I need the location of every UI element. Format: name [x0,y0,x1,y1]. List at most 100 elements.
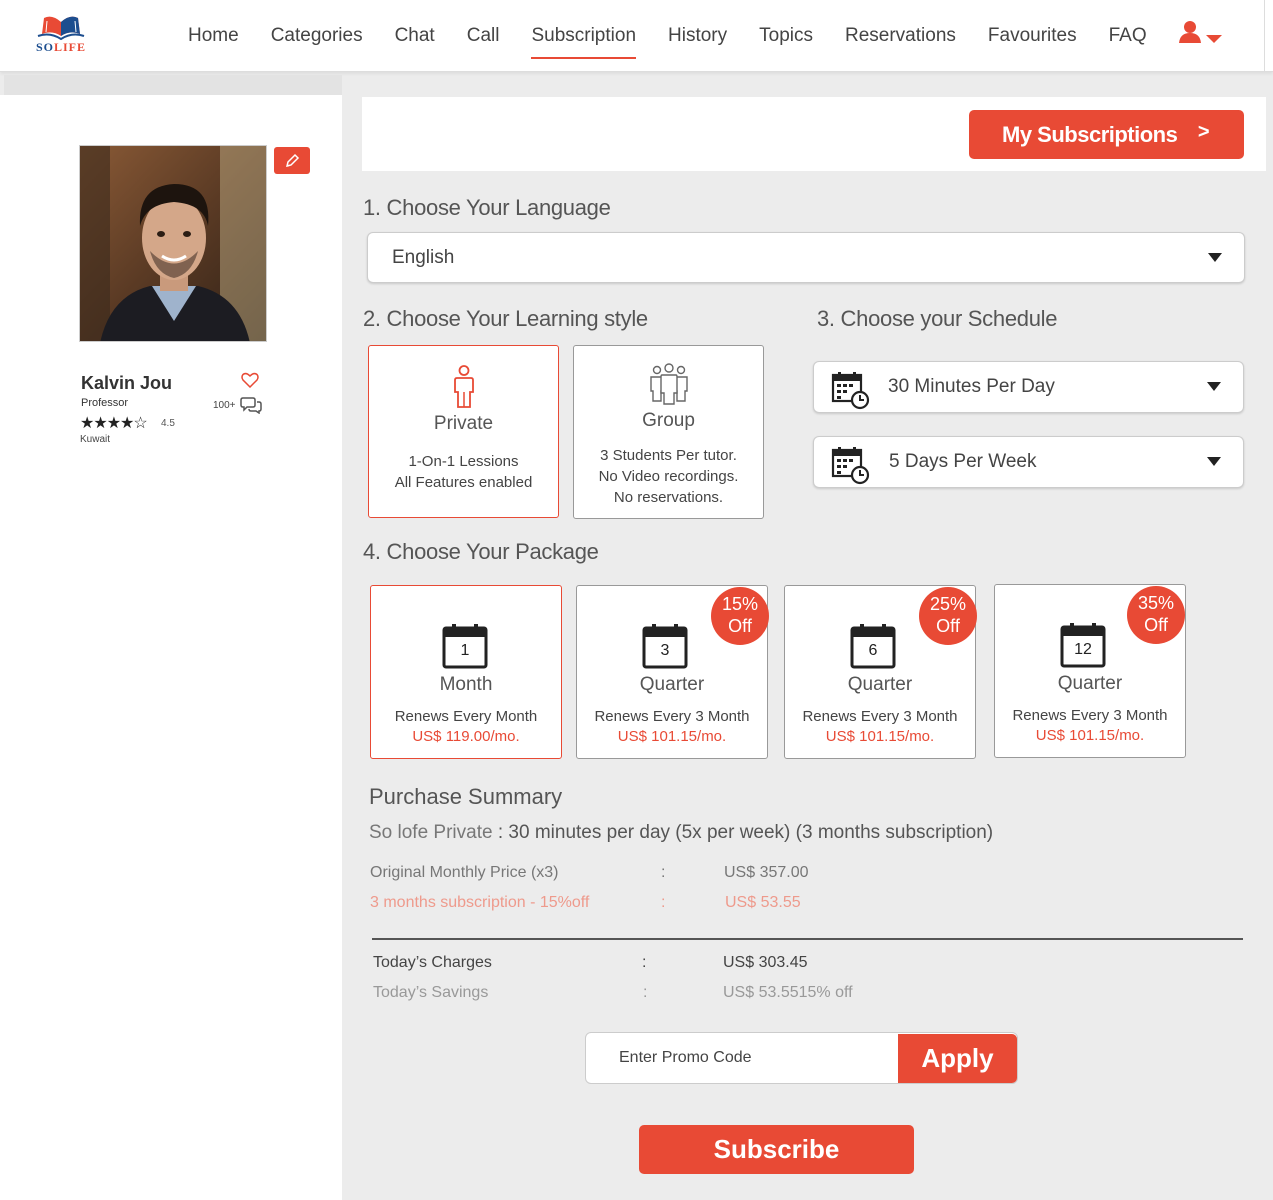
chevron-right-icon: > [1197,121,1210,143]
solife-logo[interactable]: SOLIFE [30,10,92,56]
package-3-month[interactable]: 3 Quarter Renews Every 3 Month US$ 101.1… [576,585,769,759]
reviews-count: 100+ [213,400,236,411]
discount-badge: 15% Off [711,587,769,645]
badge-percent: 15% [721,594,759,614]
package-4-price: US$ 101.15/mo. [1035,727,1145,744]
promo-code-input[interactable] [586,1033,898,1083]
calendar-icon: 6 [850,623,896,669]
package-3-price: US$ 101.15/mo. [825,728,935,745]
chevron-down-icon [1207,382,1221,391]
logo-text: SOLIFE [35,40,87,54]
original-price-value: US$ 357.00 [724,864,809,881]
charges-label: Today’s Charges [373,954,492,971]
profile-photo [79,145,267,342]
purchase-summary-title: Purchase Summary [369,784,563,809]
nav-categories[interactable]: Categories [255,25,379,47]
package-6-month[interactable]: 6 Quarter Renews Every 3 Month US$ 101.1… [784,585,977,759]
learning-style-group[interactable]: Group 3 Students Per tutor. No Video rec… [573,345,764,519]
package-12-month[interactable]: 12 Quarter Renews Every 3 Month US$ 101.… [994,584,1186,758]
package-2-renew: Renews Every 3 Month [594,708,750,725]
savings-value: US$ 53.5515% off [723,984,853,1001]
package-1-price: US$ 119.00/mo. [412,728,520,745]
group-desc-line1: 3 Students Per tutor. [600,447,737,464]
person-icon [454,365,474,408]
group-desc-line3: No reservations. [613,489,724,506]
user-menu[interactable] [1178,20,1226,46]
private-desc-line2: All Features enabled [394,474,533,491]
nav-subscription[interactable]: Subscription [515,25,652,59]
rating-stars: ★★★★☆ [80,415,148,432]
package-4-number: 12 [1074,641,1092,658]
package-1-month[interactable]: 1 Month Renews Every Month US$ 119.00/mo… [370,585,562,759]
avatar [80,146,266,341]
duration-select[interactable]: 30 Minutes Per Day [813,361,1244,413]
my-subscriptions-label: My Subscriptions [1002,121,1178,147]
nav-reservations[interactable]: Reservations [829,25,972,47]
discount-badge: 35% Off [1127,586,1185,644]
plan-summary: So lofe Private : 30 minutes per day (5x… [369,822,993,844]
promo-code-group: Apply [585,1032,1018,1084]
discount-label: 3 months subscription - 15%off [370,894,590,911]
badge-off: Off [1144,615,1168,635]
book-logo-icon [37,16,85,41]
nav-favourites[interactable]: Favourites [972,25,1093,47]
group-people-icon [650,363,688,405]
profile-location: Kuwait [80,434,111,445]
favourite-heart-icon[interactable] [241,372,259,393]
nav-topics[interactable]: Topics [743,25,829,47]
rating-value: 4.5 [161,418,175,429]
package-4-renew: Renews Every 3 Month [1012,707,1168,724]
nav-history[interactable]: History [652,25,743,47]
language-select[interactable]: English [367,232,1245,283]
language-value: English [392,246,455,268]
charges-value: US$ 303.45 [723,954,808,971]
package-4-label: Quarter [1057,673,1123,694]
frequency-value: 5 Days Per Week [889,451,1037,472]
subscribe-button[interactable]: Subscribe [639,1125,914,1174]
package-3-number: 6 [868,642,878,659]
apply-button[interactable]: Apply [898,1034,1017,1083]
package-section-title: 4. Choose Your Package [363,539,599,564]
badge-off: Off [728,616,752,636]
plan-detail: : 30 minutes per day (5x per week) (3 mo… [492,822,994,843]
badge-off: Off [936,616,960,636]
badge-percent: 35% [1137,593,1175,613]
badge-percent: 25% [929,594,967,614]
savings-colon: : [643,984,648,1001]
chat-bubbles-icon[interactable] [240,396,262,419]
calendar-icon: 1 [442,623,488,669]
calendar-clock-icon [831,372,870,410]
package-2-label: Quarter [639,674,705,695]
nav-faq[interactable]: FAQ [1093,25,1163,47]
frequency-select[interactable]: 5 Days Per Week [813,436,1244,488]
learning-style-title: 2. Choose Your Learning style [363,306,648,331]
user-icon [1179,21,1222,43]
pencil-icon [285,153,300,167]
private-desc-line1: 1-On-1 Lessions [408,453,519,470]
discount-badge: 25% Off [919,587,977,645]
top-bar: SOLIFE Home Categories Chat Call Subscri… [0,0,1273,72]
schedule-section-title: 3. Choose your Schedule [817,306,1058,331]
original-price-colon: : [661,864,666,881]
calendar-icon: 3 [642,623,688,669]
package-3-label: Quarter [847,674,913,695]
profile-name: Kalvin Jou [81,373,173,393]
nav-chat[interactable]: Chat [379,25,451,47]
discount-value: US$ 53.55 [725,894,801,911]
group-desc-line2: No Video recordings. [598,468,739,485]
edit-profile-button[interactable] [274,147,310,174]
nav-home[interactable]: Home [172,25,255,47]
my-subscriptions-button[interactable]: My Subscriptions > [969,110,1244,159]
charges-colon: : [642,954,647,971]
language-section-title: 1. Choose Your Language [363,195,611,220]
package-3-renew: Renews Every 3 Month [802,708,958,725]
original-price-label: Original Monthly Price (x3) [370,864,559,881]
group-label: Group [642,410,695,431]
plan-name: So lofe Private [369,822,493,843]
package-1-renew: Renews Every Month [394,708,538,725]
learning-style-private[interactable]: Private 1-On-1 Lessions All Features ena… [368,345,559,518]
left-strip [4,75,342,95]
profile-role: Professor [81,397,129,409]
package-2-number: 3 [660,642,670,659]
nav-call[interactable]: Call [451,25,516,47]
